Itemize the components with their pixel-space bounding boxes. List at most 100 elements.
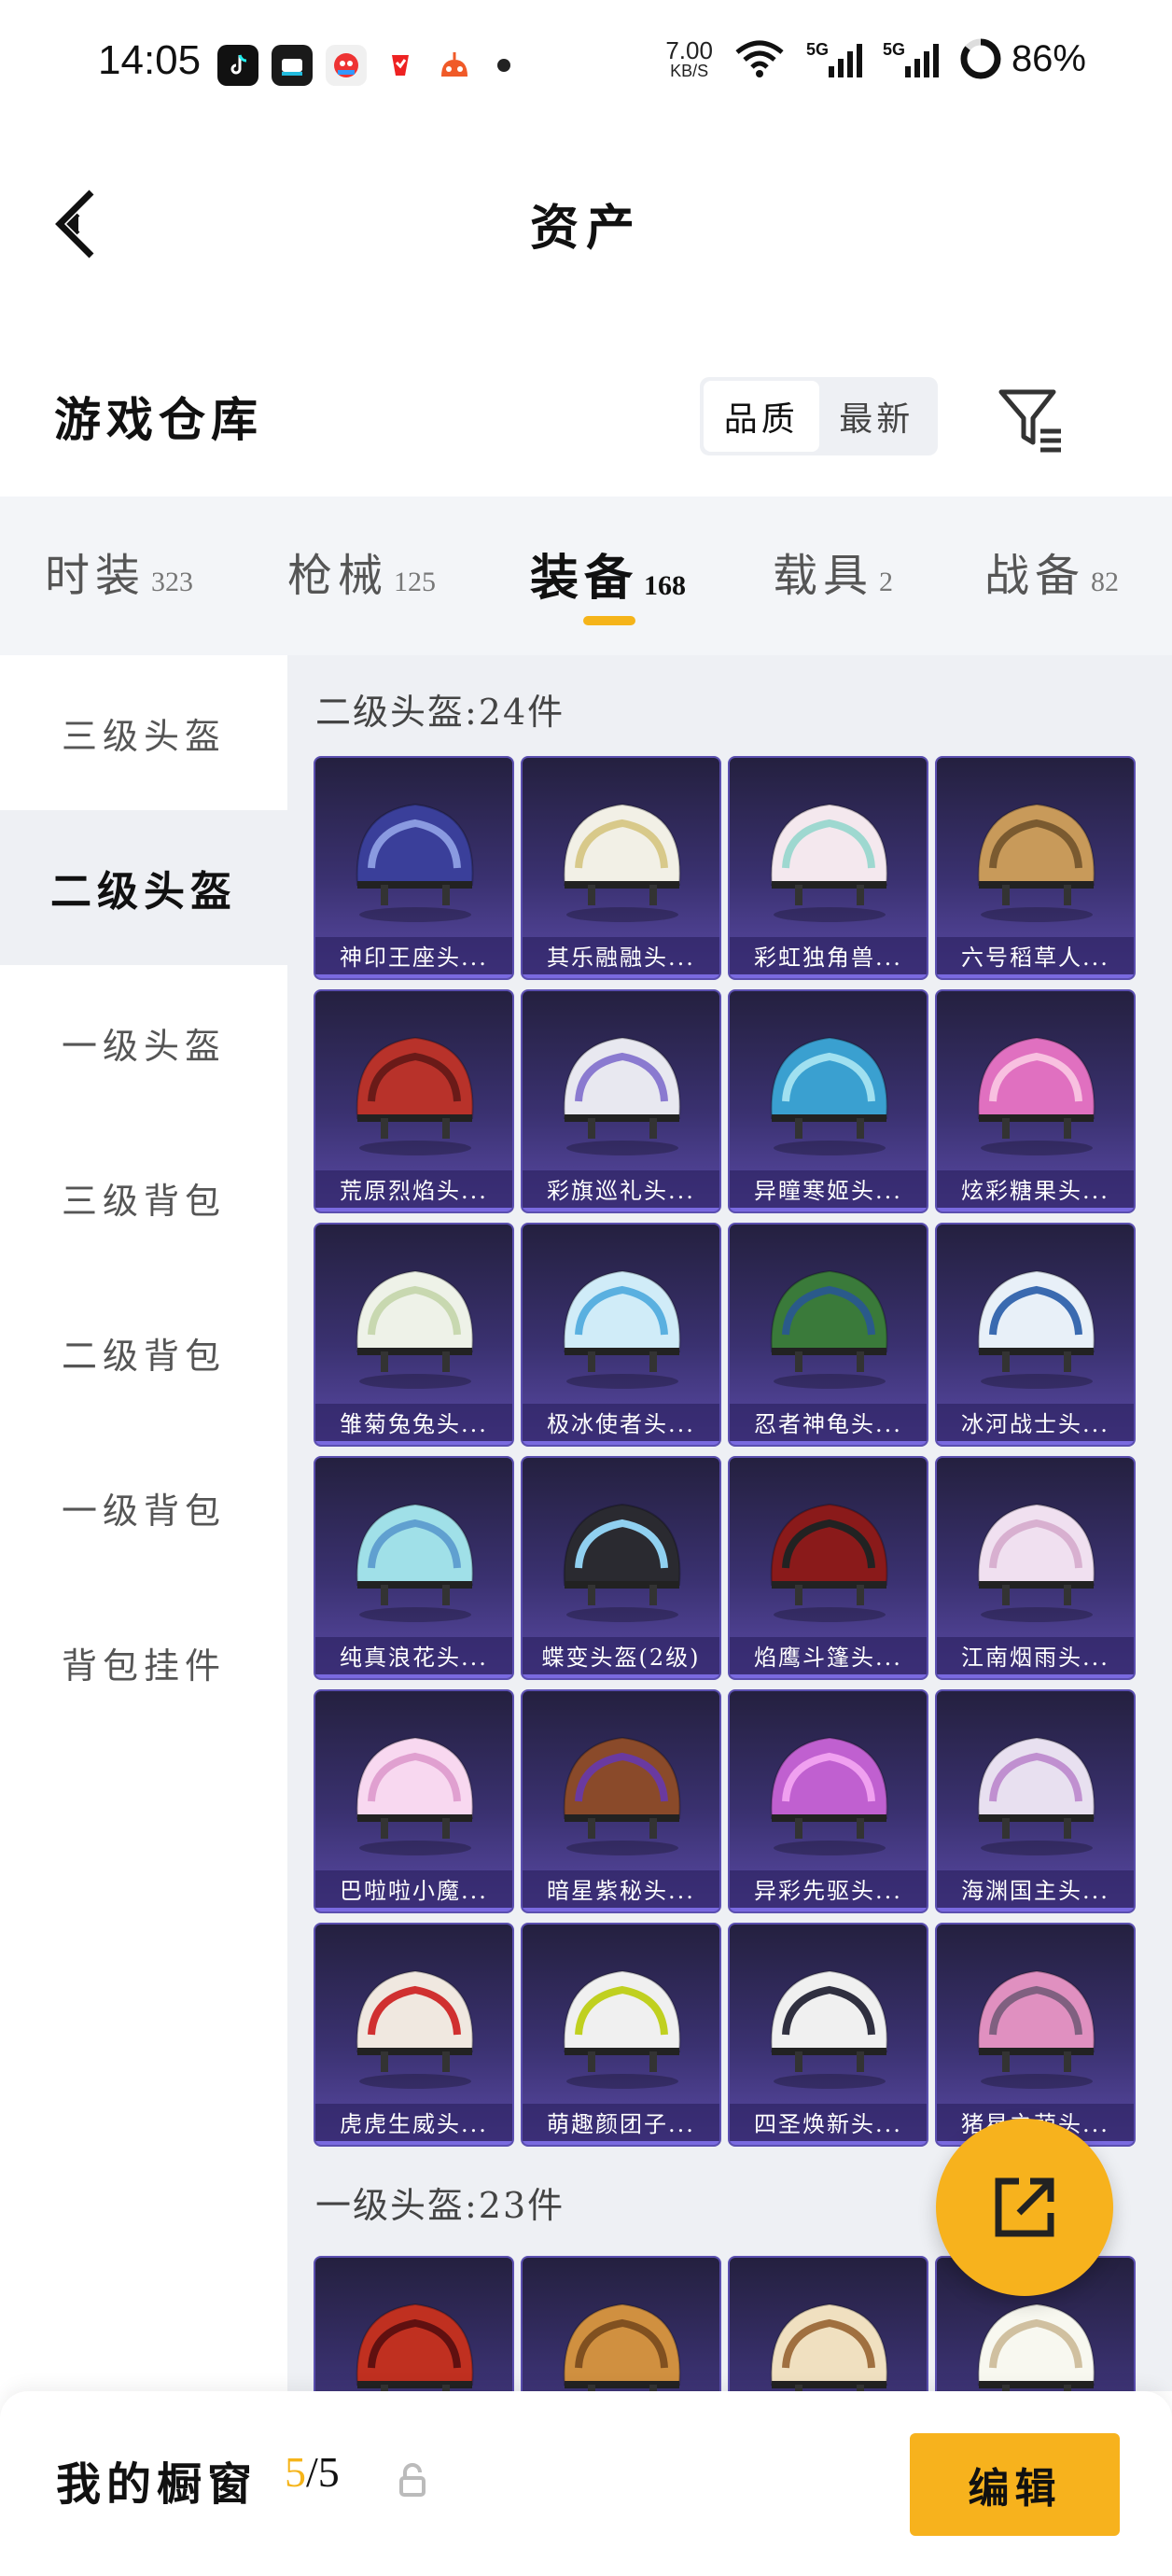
helmet-name: 异彩先驱头...: [730, 1870, 927, 1911]
helmet-card[interactable]: 彩虹独角兽...: [728, 756, 928, 980]
helmet-card[interactable]: 其乐融融头...: [521, 756, 721, 980]
tab-label: 战备: [984, 550, 1086, 602]
battery-percent: 86%: [1011, 37, 1086, 79]
section-title: 二级头盔:24件: [315, 692, 565, 733]
helmet-card[interactable]: 蝶变头盔(2级): [521, 1456, 721, 1680]
battery: 86%: [959, 37, 1086, 80]
helmet-card[interactable]: 萌趣颜团子...: [521, 1923, 721, 2147]
sidebar-item-level3-backpack[interactable]: 三级背包: [0, 1120, 287, 1275]
category-tabs: 时装 323 枪械 125 装备 168 载具 2 战备 82: [0, 497, 1172, 655]
tab-vehicles[interactable]: 载具 2: [773, 539, 893, 604]
rarity-bar: [937, 1674, 1134, 1678]
helmet-card[interactable]: 暗星紫秘头...: [521, 1689, 721, 1913]
sidebar-item-level2-helmet[interactable]: 二级头盔: [0, 810, 287, 965]
helmet-card[interactable]: [728, 2256, 928, 2391]
rarity-bar: [730, 974, 927, 978]
helmet-card[interactable]: 巴啦啦小魔...: [314, 1689, 514, 1913]
tab-firearms[interactable]: 枪械 125: [287, 539, 436, 604]
filter-button[interactable]: [994, 383, 1068, 457]
rarity-bar: [730, 1674, 927, 1678]
helmet-image: [730, 2275, 927, 2391]
helmet-card[interactable]: 异彩先驱头...: [728, 1689, 928, 1913]
rarity-bar: [523, 1208, 719, 1211]
tab-supplies[interactable]: 战备 82: [984, 539, 1119, 604]
tab-label: 装备: [530, 550, 639, 607]
helmet-name: 江南烟雨头...: [937, 1637, 1134, 1678]
helmet-name: 巴啦啦小魔...: [315, 1870, 512, 1911]
sidebar-item-level1-backpack[interactable]: 一级背包: [0, 1430, 287, 1585]
showcase-bar: 我的橱窗 5/5 编辑: [0, 2391, 1172, 2576]
rarity-bar: [523, 1908, 719, 1911]
helmet-card[interactable]: 冰河战士头...: [935, 1223, 1136, 1447]
helmet-card[interactable]: 虎虎生威头...: [314, 1923, 514, 2147]
helmet-card[interactable]: 异瞳寒姬头...: [728, 989, 928, 1213]
helmet-name: 神印王座头...: [315, 937, 512, 978]
helmet-name: 焰鹰斗篷头...: [730, 1637, 927, 1678]
helmet-name: 虎虎生威头...: [315, 2104, 512, 2145]
share-fab-button[interactable]: [936, 2119, 1113, 2296]
helmet-card[interactable]: 海渊国主头...: [935, 1689, 1136, 1913]
notification-dot-icon: [497, 59, 510, 72]
section-title: 一级头盔:23件: [315, 2185, 565, 2226]
tab-count: 2: [879, 567, 894, 597]
helmet-card[interactable]: [314, 2256, 514, 2391]
status-right: 7.00 KB/S 5G 5G 86%: [665, 37, 1086, 80]
net-speed-value: 7.00: [665, 36, 713, 64]
robot-app-icon: [434, 45, 475, 86]
helmet-card[interactable]: 忍者神龟头...: [728, 1223, 928, 1447]
tab-fashion[interactable]: 时装 323: [45, 539, 193, 604]
sort-quality-button[interactable]: 品质: [704, 381, 819, 452]
helmet-image: [937, 1941, 1134, 2100]
helmet-image: [937, 1241, 1134, 1400]
helmet-card[interactable]: 六号稻草人...: [935, 756, 1136, 980]
rarity-bar: [937, 1441, 1134, 1445]
helmet-card[interactable]: 江南烟雨头...: [935, 1456, 1136, 1680]
helmet-card[interactable]: 四圣焕新头...: [728, 1923, 928, 2147]
rarity-bar: [315, 1208, 512, 1211]
tab-count: 323: [151, 567, 194, 597]
sort-segmented-control: 品质 最新: [700, 377, 938, 455]
tab-count: 168: [644, 570, 687, 601]
helmet-name: 忍者神龟头...: [730, 1404, 927, 1445]
helmet-image: [937, 1008, 1134, 1167]
helmet-image: [730, 1008, 927, 1167]
helmet-card[interactable]: [521, 2256, 721, 2391]
helmet-name: 极冰使者头...: [523, 1404, 719, 1445]
rarity-bar: [937, 1208, 1134, 1211]
tab-label: 时装: [45, 550, 146, 602]
helmet-image: [315, 1708, 512, 1867]
rarity-bar: [730, 2141, 927, 2145]
tab-equipment[interactable]: 装备 168: [530, 539, 686, 609]
helmet-card[interactable]: 神印王座头...: [314, 756, 514, 980]
helmet-image: [315, 775, 512, 933]
helmet-name: 蝶变头盔(2级): [523, 1637, 719, 1678]
helmet-card[interactable]: 焰鹰斗篷头...: [728, 1456, 928, 1680]
sidebar-item-level1-helmet[interactable]: 一级头盔: [0, 965, 287, 1120]
sidebar-item-level2-backpack[interactable]: 二级背包: [0, 1275, 287, 1430]
sort-newest-button[interactable]: 最新: [819, 381, 935, 452]
helmet-name: 炫彩糖果头...: [937, 1170, 1134, 1211]
helmet-name: 彩旗巡礼头...: [523, 1170, 719, 1211]
helmet-card[interactable]: 极冰使者头...: [521, 1223, 721, 1447]
edit-button[interactable]: 编辑: [910, 2433, 1120, 2536]
helmet-card[interactable]: 雏菊兔兔头...: [314, 1223, 514, 1447]
helmet-image: [315, 1241, 512, 1400]
rarity-bar: [523, 1441, 719, 1445]
helmet-card[interactable]: 荒原烈焰头...: [314, 989, 514, 1213]
helmet-name: 其乐融融头...: [523, 937, 719, 978]
warehouse-header: 游戏仓库 品质 最新: [0, 355, 1172, 476]
helmet-image: [523, 775, 719, 933]
helmet-card[interactable]: 彩旗巡礼头...: [521, 989, 721, 1213]
sidebar-item-backpack-charm[interactable]: 背包挂件: [0, 1585, 287, 1740]
helmet-card[interactable]: 猪星之萌头...: [935, 1923, 1136, 2147]
sidebar-item-level3-helmet[interactable]: 三级头盔: [0, 655, 287, 810]
external-link-icon: [995, 2177, 1054, 2237]
net-speed-unit: KB/S: [670, 62, 709, 80]
helmet-card[interactable]: 炫彩糖果头...: [935, 989, 1136, 1213]
rarity-bar: [523, 974, 719, 978]
sidebar: 三级头盔 二级头盔 一级头盔 三级背包 二级背包 一级背包 背包挂件: [0, 655, 287, 2391]
rarity-bar: [937, 974, 1134, 978]
helmet-image: [730, 1475, 927, 1633]
filter-icon: [998, 389, 1061, 453]
helmet-card[interactable]: 纯真浪花头...: [314, 1456, 514, 1680]
